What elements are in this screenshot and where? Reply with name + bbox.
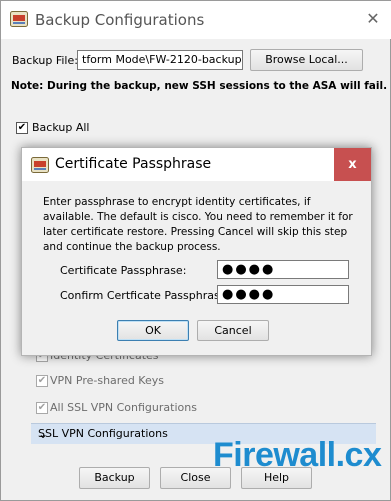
checkmark-icon: ✔ [17, 122, 27, 133]
backup-all-label: Backup All [32, 121, 90, 134]
dialog-close-button[interactable]: x [334, 148, 371, 181]
browse-local-button[interactable]: Browse Local... [250, 49, 363, 71]
asdm-app-icon [31, 157, 49, 173]
checkmark-icon: ✔ [37, 375, 47, 386]
passphrase-input[interactable]: ●●●● [217, 260, 349, 279]
passphrase-label: Certificate Passphrase: [60, 264, 187, 277]
dialog-title-bar: Certificate Passphrase x [22, 148, 371, 181]
backup-button[interactable]: Backup [79, 467, 150, 489]
certificate-passphrase-dialog: Certificate Passphrase x Enter passphras… [21, 147, 372, 356]
confirm-passphrase-label: Confirm Certficate Passphrase: [60, 289, 231, 302]
vpn-preshared-keys-label: VPN Pre-shared Keys [50, 374, 164, 387]
backup-all-checkbox[interactable]: ✔ [16, 122, 28, 134]
watermark-logo: Firewall.cx [213, 436, 382, 474]
checkmark-icon: ✔ [37, 402, 47, 413]
window-title: Backup Configurations [35, 11, 205, 29]
vpn-preshared-keys-checkbox[interactable]: ✔ [36, 375, 48, 387]
backup-file-label: Backup File: [12, 54, 78, 67]
title-bar: Backup Configurations ✕ [1, 1, 391, 39]
ok-button[interactable]: OK [117, 320, 189, 341]
confirm-passphrase-input[interactable]: ●●●● [217, 285, 349, 304]
asdm-app-icon [10, 11, 28, 27]
dialog-title: Certificate Passphrase [55, 156, 212, 172]
ssl-vpn-configurations-checkbox[interactable]: ✔ [36, 402, 48, 414]
ssh-warning-note: Note: During the backup, new SSH session… [11, 80, 388, 92]
backup-file-input[interactable]: tform Mode\FW-2120-backup.zip [77, 50, 243, 70]
ssl-vpn-configurations-label: All SSL VPN Configurations [50, 401, 197, 414]
dialog-message: Enter passphrase to encrypt identity cer… [43, 196, 353, 253]
close-icon[interactable]: ✕ [362, 8, 384, 30]
cancel-button[interactable]: Cancel [197, 320, 269, 341]
